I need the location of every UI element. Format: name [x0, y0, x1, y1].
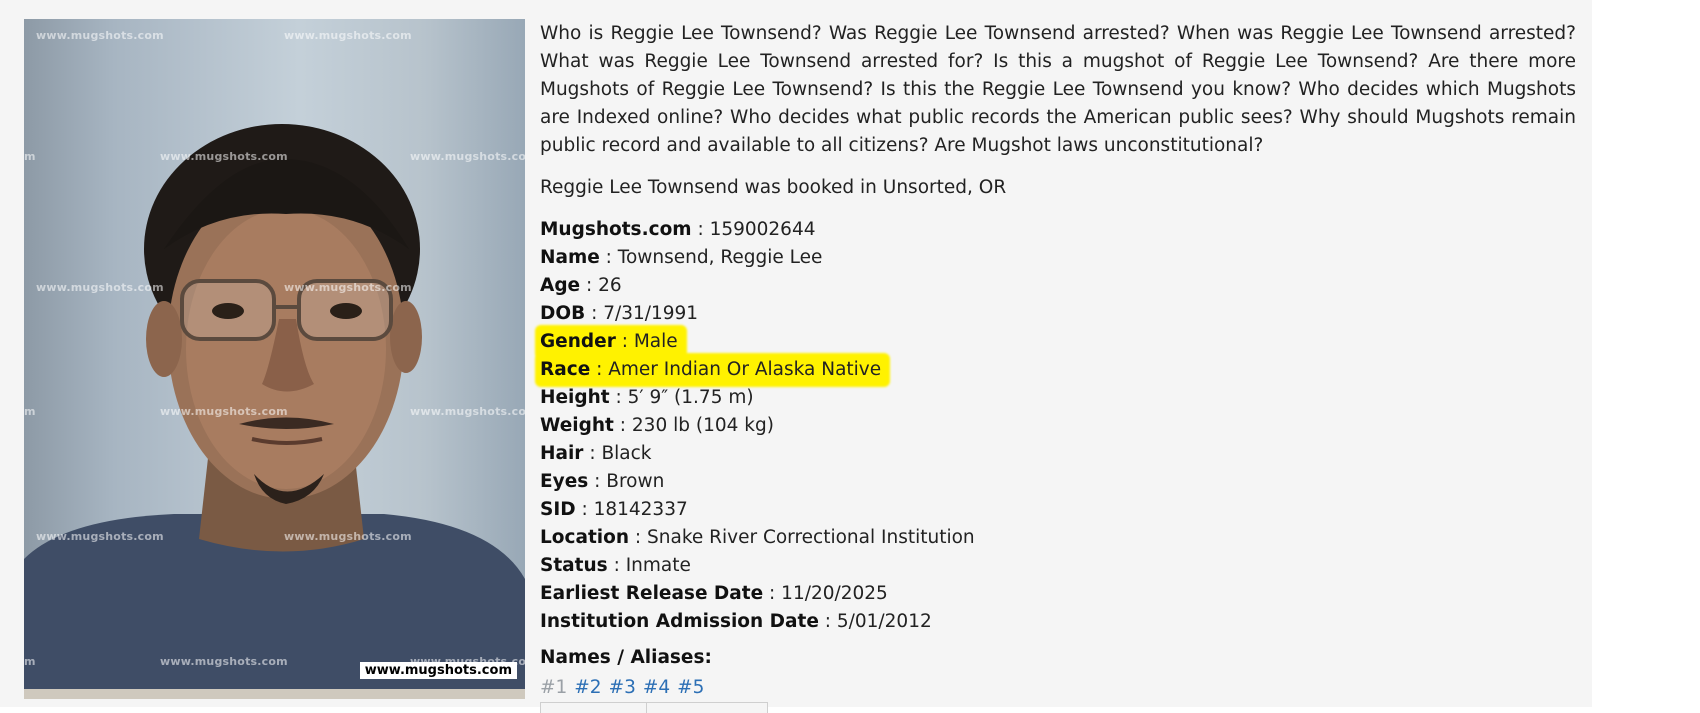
- detail-label: Height: [540, 387, 610, 408]
- detail-row-sid: SID : 18142337: [540, 496, 1576, 524]
- intro-paragraph: Who is Reggie Lee Townsend? Was Reggie L…: [540, 23, 1576, 156]
- detail-label: Gender: [540, 331, 616, 352]
- watermark: www.mugshots.com: [284, 530, 412, 543]
- detail-label: Earliest Release Date: [540, 583, 764, 604]
- detail-row-admission-date: Institution Admission Date : 5/01/2012: [540, 608, 1576, 636]
- aliases-links: #1 #2 #3 #4 #5: [540, 674, 1576, 702]
- record-details: Who is Reggie Lee Townsend? Was Reggie L…: [538, 20, 1576, 702]
- detail-label: Weight: [540, 415, 614, 436]
- detail-row-name: Name : Townsend, Reggie Lee: [540, 244, 1576, 272]
- detail-separator: :: [818, 611, 837, 632]
- watermark: m: [24, 655, 36, 668]
- detail-row-mugshots-id: Mugshots.com : 159002644: [540, 216, 1576, 244]
- alias-link-1[interactable]: #1: [540, 677, 567, 698]
- partial-tab[interactable]: [646, 702, 768, 713]
- detail-separator: :: [763, 583, 782, 604]
- detail-value: 230 lb (104 kg): [631, 415, 774, 436]
- detail-row-age: Age : 26: [540, 272, 1576, 300]
- detail-value: 11/20/2025: [781, 583, 888, 604]
- watermark: www.mugshots.com: [160, 150, 288, 163]
- highlight-mark: Race : Amer Indian Or Alaska Native: [538, 356, 888, 384]
- detail-label: Name: [540, 247, 600, 268]
- content-panel: www.mugshots.com www.mugshots.com m www.…: [0, 0, 1592, 713]
- aliases-heading: Names / Aliases:: [540, 647, 712, 668]
- alias-link-3[interactable]: #3: [609, 677, 636, 698]
- detail-row-height: Height : 5′ 9″ (1.75 m): [540, 384, 1576, 412]
- detail-row-gender: Gender : Male: [538, 328, 1576, 356]
- detail-separator: :: [599, 247, 618, 268]
- watermark: m: [24, 405, 36, 418]
- detail-row-earliest-release: Earliest Release Date : 11/20/2025: [540, 580, 1576, 608]
- booking-summary: Reggie Lee Townsend was booked in Unsort…: [540, 177, 1007, 198]
- watermark: www.mugshots.com: [36, 530, 164, 543]
- watermark-badge: www.mugshots.com: [359, 662, 517, 679]
- detail-label: DOB: [540, 303, 586, 324]
- detail-label: Race: [540, 359, 591, 380]
- detail-value: Snake River Correctional Institution: [647, 527, 975, 548]
- detail-value: 5′ 9″ (1.75 m): [627, 387, 754, 408]
- details-list: Mugshots.com : 159002644 Name : Townsend…: [538, 216, 1576, 636]
- detail-separator: :: [585, 303, 604, 324]
- detail-separator: :: [588, 471, 607, 492]
- photo-bottom-strip: [24, 689, 525, 699]
- detail-separator: :: [613, 415, 632, 436]
- detail-separator: :: [580, 275, 599, 296]
- detail-row-race: Race : Amer Indian Or Alaska Native: [538, 356, 1576, 384]
- detail-separator: :: [575, 499, 594, 520]
- detail-separator: :: [629, 527, 648, 548]
- watermark: www.mugshots.com: [410, 150, 525, 163]
- detail-value: Inmate: [625, 555, 691, 576]
- detail-value: Black: [601, 443, 652, 464]
- detail-value: Brown: [606, 471, 665, 492]
- watermark: www.mugshots.com: [36, 29, 164, 42]
- alias-link-5[interactable]: #5: [677, 677, 704, 698]
- detail-label: Eyes: [540, 471, 589, 492]
- watermark: m: [24, 150, 36, 163]
- detail-separator: :: [607, 555, 626, 576]
- detail-row-status: Status : Inmate: [540, 552, 1576, 580]
- detail-label: Age: [540, 275, 581, 296]
- detail-separator: :: [615, 331, 634, 352]
- detail-value: 26: [598, 275, 622, 296]
- detail-row-hair: Hair : Black: [540, 440, 1576, 468]
- detail-label: Hair: [540, 443, 584, 464]
- alias-link-2[interactable]: #2: [574, 677, 601, 698]
- detail-value: 7/31/1991: [603, 303, 699, 324]
- detail-value: Townsend, Reggie Lee: [617, 247, 823, 268]
- detail-value: 159002644: [709, 219, 816, 240]
- detail-label: SID: [540, 499, 576, 520]
- alias-link-4[interactable]: #4: [643, 677, 670, 698]
- detail-label: Institution Admission Date: [540, 611, 819, 632]
- watermark: www.mugshots.com: [284, 29, 412, 42]
- detail-label: Location: [540, 527, 630, 548]
- detail-row-dob: DOB : 7/31/1991: [540, 300, 1576, 328]
- watermark: www.mugshots.com: [160, 405, 288, 418]
- partial-tab[interactable]: [540, 702, 648, 713]
- detail-separator: :: [691, 219, 710, 240]
- detail-separator: :: [590, 359, 609, 380]
- detail-row-location: Location : Snake River Correctional Inst…: [540, 524, 1576, 552]
- detail-label: Mugshots.com: [540, 219, 692, 240]
- highlight-mark: Gender : Male: [538, 328, 684, 356]
- detail-row-weight: Weight : 230 lb (104 kg): [540, 412, 1576, 440]
- detail-label: Status: [540, 555, 608, 576]
- detail-separator: :: [583, 443, 602, 464]
- detail-value: 5/01/2012: [836, 611, 932, 632]
- watermark: www.mugshots.com: [410, 405, 525, 418]
- mugshot-photo: www.mugshots.com www.mugshots.com m www.…: [24, 19, 525, 699]
- detail-value: Amer Indian Or Alaska Native: [608, 359, 882, 380]
- detail-row-eyes: Eyes : Brown: [540, 468, 1576, 496]
- mugshot-illustration: [24, 124, 525, 699]
- watermark: www.mugshots.com: [160, 655, 288, 668]
- watermark: www.mugshots.com: [36, 281, 164, 294]
- watermark: www.mugshots.com: [284, 281, 412, 294]
- detail-value: 18142337: [593, 499, 688, 520]
- detail-value: Male: [633, 331, 678, 352]
- detail-separator: :: [609, 387, 628, 408]
